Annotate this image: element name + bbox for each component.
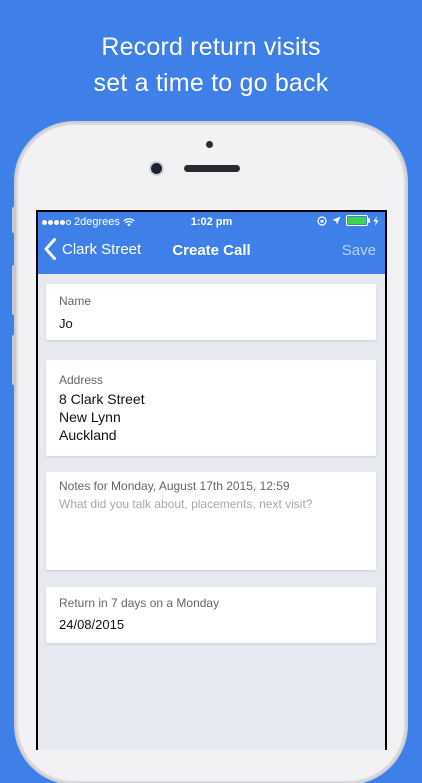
orientation-lock-icon (317, 215, 327, 226)
proximity-sensor (206, 141, 213, 148)
save-button[interactable]: Save (342, 242, 376, 259)
address-field[interactable]: 8 Clark Street New Lynn Auckland (59, 390, 145, 444)
volume-up-button (12, 265, 16, 315)
headline-line-2: set a time to go back (93, 69, 329, 97)
return-date-field[interactable]: 24/08/2015 (59, 617, 124, 632)
name-field[interactable]: Jo (59, 316, 73, 331)
address-line: 8 Clark Street (59, 391, 145, 407)
headline-line-1: Record return visits (101, 33, 321, 61)
form-content: Name Jo Address 8 Clark Street New Lynn … (38, 274, 385, 750)
charging-bolt-icon (373, 215, 379, 226)
notes-card[interactable]: Notes for Monday, August 17th 2015, 12:5… (46, 472, 376, 570)
address-line: New Lynn (59, 409, 121, 425)
mute-switch (12, 207, 16, 233)
volume-down-button (12, 335, 16, 385)
notes-label: Notes for Monday, August 17th 2015, 12:5… (59, 479, 290, 493)
return-visit-card[interactable]: Return in 7 days on a Monday 24/08/2015 (46, 587, 376, 643)
battery-icon (346, 215, 370, 226)
front-camera (151, 163, 162, 174)
location-arrow-icon (332, 216, 341, 225)
name-label: Name (59, 294, 92, 308)
navigation-bar: 2degrees 1:02 pm Clark Street Create Cal… (38, 212, 385, 274)
address-line: Auckland (59, 427, 117, 443)
return-visit-label: Return in 7 days on a Monday (59, 596, 220, 610)
earpiece-speaker (184, 165, 240, 172)
status-bar: 2degrees 1:02 pm (38, 212, 385, 232)
address-label: Address (59, 373, 104, 387)
address-card[interactable]: Address 8 Clark Street New Lynn Auckland (46, 360, 376, 456)
name-card[interactable]: Name Jo (46, 284, 376, 340)
notes-input[interactable]: What did you talk about, placements, nex… (59, 497, 312, 511)
page-title: Create Call (172, 242, 251, 259)
phone-screen: 2degrees 1:02 pm Clark Street Create Cal… (36, 210, 387, 750)
